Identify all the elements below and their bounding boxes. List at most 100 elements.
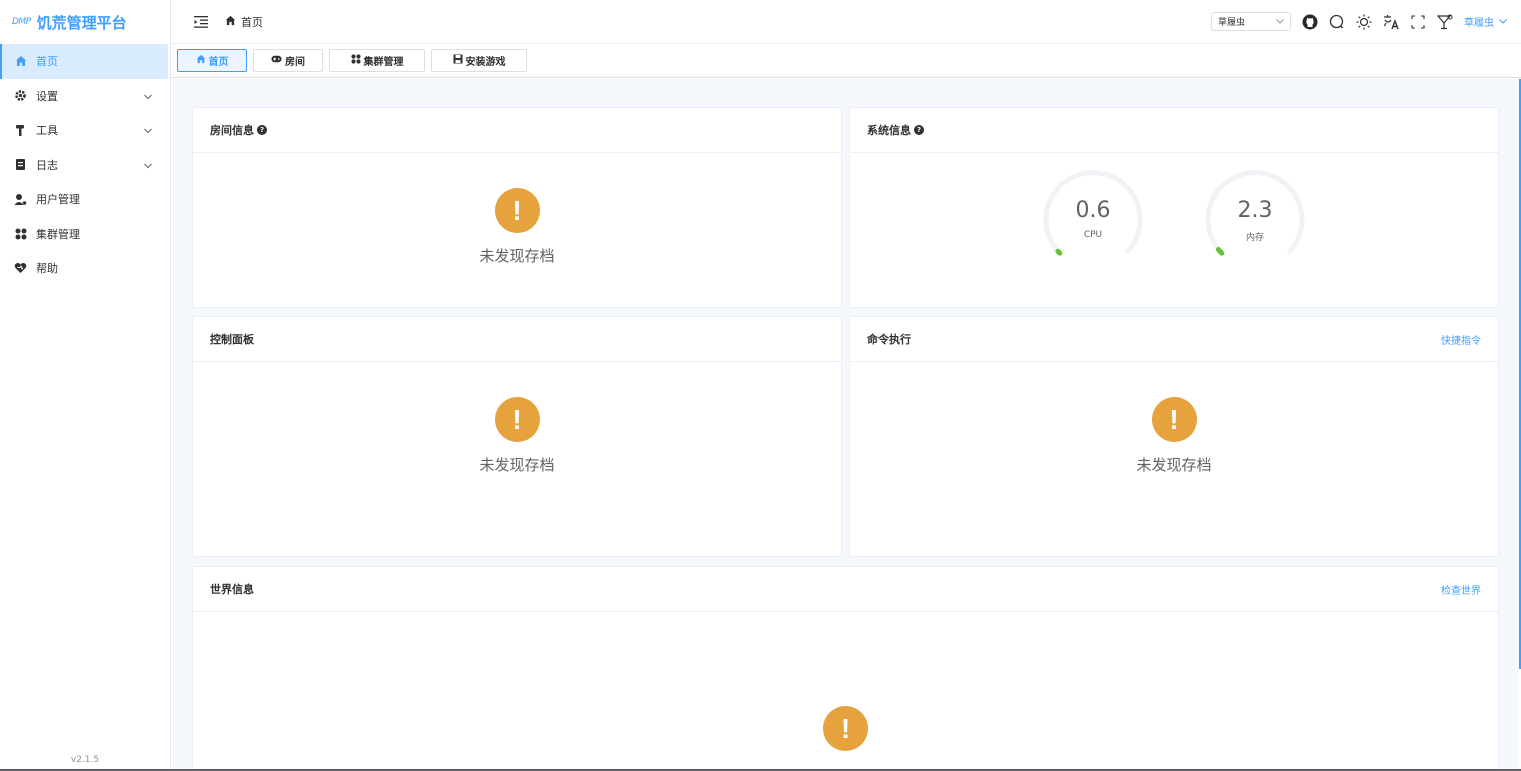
system-info-title: 系统信息 bbox=[867, 124, 911, 137]
sidebar-item-tools[interactable]: 工具 bbox=[0, 113, 170, 148]
tab-label: 安装游戏 bbox=[465, 57, 506, 68]
warning-icon: ! bbox=[494, 397, 540, 442]
tab-room[interactable]: 房间 bbox=[253, 49, 323, 72]
sidebar-item-label: 集群管理 bbox=[36, 227, 80, 241]
question-icon[interactable]: ? bbox=[914, 125, 924, 135]
help-heart-icon bbox=[14, 262, 27, 275]
search-icon[interactable] bbox=[1329, 14, 1345, 30]
memory-label: 内存 bbox=[1245, 233, 1264, 243]
cpu-label: CPU bbox=[1083, 230, 1103, 240]
tab-install-game[interactable]: 安装游戏 bbox=[431, 49, 527, 72]
chevron-down-icon bbox=[144, 124, 152, 137]
home-icon bbox=[196, 54, 206, 67]
sidebar-item-help[interactable]: 帮助 bbox=[0, 251, 170, 286]
world-info-card: 世界信息 检查世界 ! bbox=[192, 566, 1499, 771]
cluster-select-value: 草履虫 bbox=[1218, 18, 1246, 28]
home-icon bbox=[225, 15, 236, 29]
sidebar-item-label: 首页 bbox=[36, 55, 58, 69]
room-info-title: 房间信息 bbox=[210, 124, 254, 137]
memory-gauge: 2.3 内存 bbox=[1203, 168, 1307, 272]
app-title: 饥荒管理平台 bbox=[36, 13, 127, 32]
room-info-card: 房间信息 ? ! 未发现存档 bbox=[192, 107, 842, 308]
cluster-icon bbox=[350, 54, 361, 67]
main-content: 房间信息 ? ! 未发现存档 系统信息 ? 0.6 CPU 2.3 内存 控制面… bbox=[172, 79, 1519, 771]
user-manage-icon bbox=[14, 193, 27, 206]
header-toolbar: 草履虫 草履虫 bbox=[1211, 12, 1521, 31]
sidebar-item-settings[interactable]: 设置 bbox=[0, 79, 170, 114]
fullscreen-icon[interactable] bbox=[1410, 14, 1426, 30]
tab-label: 房间 bbox=[285, 57, 305, 68]
log-icon bbox=[14, 158, 27, 171]
breadcrumb-current[interactable]: 首页 bbox=[241, 14, 263, 30]
gamepad-icon bbox=[271, 55, 282, 66]
chevron-down-icon bbox=[144, 158, 152, 171]
tab-cluster-management[interactable]: 集群管理 bbox=[329, 49, 425, 72]
cocktail-icon[interactable] bbox=[1437, 14, 1453, 30]
warning-icon: ! bbox=[823, 706, 868, 751]
cluster-select[interactable]: 草履虫 bbox=[1211, 12, 1291, 31]
sidebar: DMP 饥荒管理平台 首页 设置 工具 日志 用户管理 集群管理 帮助 v2.1… bbox=[0, 0, 171, 771]
chevron-down-icon bbox=[1276, 17, 1284, 27]
translate-icon[interactable] bbox=[1383, 14, 1399, 30]
user-menu[interactable]: 草履虫 bbox=[1464, 14, 1507, 29]
sun-theme-icon[interactable] bbox=[1356, 14, 1372, 30]
card-header: 系统信息 ? bbox=[850, 108, 1498, 153]
collapse-sidebar-icon[interactable] bbox=[194, 15, 208, 29]
empty-state: ! 未发现存档 bbox=[850, 397, 1498, 475]
empty-text: 未发现存档 bbox=[479, 456, 555, 474]
breadcrumb: 首页 bbox=[225, 14, 263, 30]
tab-home[interactable]: 首页 bbox=[177, 49, 247, 72]
user-name: 草履虫 bbox=[1464, 18, 1494, 29]
gauge-fill bbox=[1215, 246, 1225, 256]
quick-commands-link[interactable]: 快捷指令 bbox=[1441, 332, 1481, 347]
home-icon bbox=[14, 55, 27, 68]
control-panel-card: 控制面板 ! 未发现存档 bbox=[192, 316, 842, 557]
card-title: 系统信息 ? bbox=[867, 122, 924, 138]
sidebar-menu: 首页 设置 工具 日志 用户管理 集群管理 帮助 bbox=[0, 44, 170, 286]
card-header: 世界信息 检查世界 bbox=[193, 567, 1498, 612]
sidebar-item-label: 帮助 bbox=[36, 262, 58, 276]
tabs-bar: 首页 房间 集群管理 安装游戏 bbox=[171, 44, 1521, 78]
gear-icon bbox=[14, 89, 27, 102]
card-header: 控制面板 bbox=[193, 317, 841, 362]
sidebar-item-cluster-management[interactable]: 集群管理 bbox=[0, 217, 170, 252]
cpu-value: 0.6 bbox=[1075, 198, 1111, 223]
memory-value: 2.3 bbox=[1237, 198, 1273, 223]
cpu-gauge: 0.6 CPU bbox=[1041, 168, 1145, 272]
save-icon bbox=[453, 54, 463, 67]
app-version: v2.1.5 bbox=[70, 755, 100, 765]
sidebar-item-label: 设置 bbox=[36, 89, 58, 103]
tab-label: 首页 bbox=[208, 57, 229, 68]
warning-icon: ! bbox=[1151, 397, 1197, 442]
command-title: 命令执行 bbox=[867, 333, 911, 346]
github-icon[interactable] bbox=[1302, 14, 1318, 30]
sidebar-item-logs[interactable]: 日志 bbox=[0, 148, 170, 183]
system-info-card: 系统信息 ? 0.6 CPU 2.3 内存 bbox=[849, 107, 1499, 308]
cluster-icon bbox=[14, 227, 27, 240]
chevron-down-icon bbox=[144, 89, 152, 102]
card-header: 命令执行 快捷指令 bbox=[850, 317, 1498, 362]
top-header: 首页 草履虫 草履虫 bbox=[171, 0, 1521, 44]
question-icon[interactable]: ? bbox=[257, 125, 267, 135]
empty-state: ! 未发现存档 bbox=[193, 188, 841, 266]
command-card: 命令执行 快捷指令 ! 未发现存档 bbox=[849, 316, 1499, 557]
warning-icon: ! bbox=[494, 188, 540, 233]
card-title: 房间信息 ? bbox=[210, 122, 267, 138]
empty-state: ! 未发现存档 bbox=[193, 397, 841, 475]
hammer-icon bbox=[14, 124, 27, 137]
gauge-fill bbox=[1055, 248, 1063, 256]
card-header: 房间信息 ? bbox=[193, 108, 841, 153]
logo-mark: DMP bbox=[12, 17, 31, 27]
sidebar-item-label: 日志 bbox=[36, 158, 58, 172]
tab-label: 集群管理 bbox=[363, 57, 404, 68]
logo[interactable]: DMP 饥荒管理平台 bbox=[0, 0, 170, 44]
sidebar-item-user-management[interactable]: 用户管理 bbox=[0, 182, 170, 217]
sidebar-item-label: 工具 bbox=[36, 124, 58, 138]
sidebar-item-home[interactable]: 首页 bbox=[0, 44, 168, 79]
empty-text: 未发现存档 bbox=[479, 247, 555, 265]
world-info-title: 世界信息 bbox=[210, 583, 254, 596]
check-world-link[interactable]: 检查世界 bbox=[1441, 582, 1481, 597]
empty-text: 未发现存档 bbox=[1136, 456, 1212, 474]
sidebar-item-label: 用户管理 bbox=[36, 193, 80, 207]
chevron-down-icon bbox=[1499, 16, 1507, 27]
